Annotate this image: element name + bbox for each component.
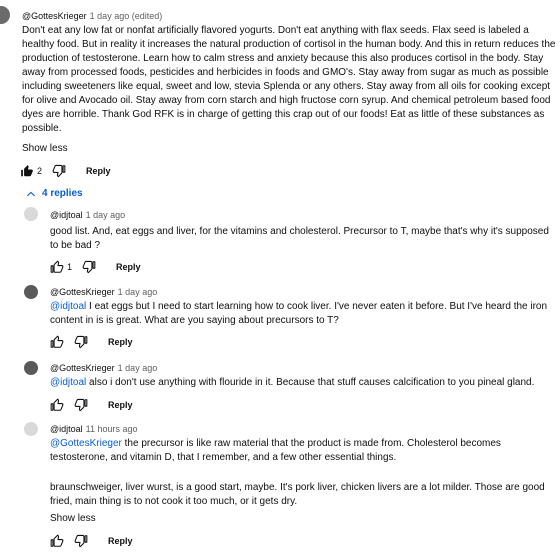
reply-header: @idjtoal 1 day ago (50, 209, 125, 221)
comment-text: Don't eat any low fat or nonfat artifici… (22, 25, 556, 134)
like-count: 2 (37, 166, 43, 176)
reply-button[interactable]: Reply (108, 337, 133, 347)
reply-text: @GottesKrieger the precursor is like raw… (50, 437, 555, 465)
mention-link[interactable]: @idjtoal (50, 301, 86, 312)
reply-button[interactable]: Reply (108, 536, 133, 546)
mention-link[interactable]: @GottesKrieger (50, 438, 122, 449)
replies-toggle[interactable]: 4 replies (26, 188, 83, 199)
thumbs-down-icon[interactable] (74, 335, 88, 349)
reply-text: @idjtoal also i don't use anything with … (50, 376, 555, 390)
show-less-link[interactable]: Show less (50, 512, 96, 526)
reply-text-paragraph-2: braunschweiger, liver wurst, is a good s… (50, 482, 545, 507)
avatar-gotteskrieger[interactable] (0, 6, 10, 24)
thumbs-down-icon[interactable] (82, 260, 96, 274)
avatar-idjtoal[interactable] (24, 422, 38, 436)
reply-actions: Reply (50, 533, 133, 549)
chevron-up-icon (26, 189, 36, 199)
reply-time[interactable]: 1 day ago (118, 363, 158, 373)
reply-author[interactable]: @idjtoal (50, 424, 83, 434)
thumbs-down-icon[interactable] (74, 398, 88, 412)
thumbs-down-icon[interactable] (52, 164, 66, 178)
thumbs-up-icon[interactable] (50, 398, 64, 412)
reply-time[interactable]: 1 day ago (86, 210, 126, 220)
avatar-gotteskrieger[interactable] (24, 285, 38, 299)
thumbs-down-icon[interactable] (74, 534, 88, 548)
reply-header: @idjtoal 11 hours ago (50, 423, 138, 435)
replies-count-label: 4 replies (42, 188, 83, 199)
like-count: 1 (67, 262, 73, 272)
reply-actions: 1 Reply (50, 259, 141, 275)
avatar-gotteskrieger[interactable] (24, 361, 38, 375)
reply-text-content: I eat eggs but I need to start learning … (50, 301, 548, 326)
reply-text: good list. And, eat eggs and liver, for … (50, 226, 549, 251)
thumbs-up-icon[interactable] (50, 534, 64, 548)
avatar-idjtoal[interactable] (24, 207, 38, 221)
mention-link[interactable]: @idjtoal (50, 377, 86, 388)
reply-actions: Reply (50, 397, 133, 413)
comment-header: @GottesKrieger 1 day ago (edited) (22, 10, 162, 22)
reply-author[interactable]: @GottesKrieger (50, 363, 115, 373)
show-less-link[interactable]: Show less (22, 142, 68, 156)
comment-author[interactable]: @GottesKrieger (22, 11, 87, 21)
reply-author[interactable]: @GottesKrieger (50, 287, 115, 297)
thumbs-up-icon[interactable] (50, 260, 64, 274)
reply-time[interactable]: 1 day ago (118, 287, 158, 297)
reply-header: @GottesKrieger 1 day ago (50, 362, 157, 374)
thumbs-up-filled-icon[interactable] (20, 164, 34, 178)
reply-actions: Reply (50, 334, 133, 350)
reply-button[interactable]: Reply (108, 400, 133, 410)
reply-header: @GottesKrieger 1 day ago (50, 286, 157, 298)
reply-author[interactable]: @idjtoal (50, 210, 83, 220)
thumbs-up-icon[interactable] (50, 335, 64, 349)
reply-button[interactable]: Reply (116, 262, 141, 272)
comment-time[interactable]: 1 day ago (edited) (90, 11, 163, 21)
reply-text-content: also i don't use anything with flouride … (86, 377, 535, 388)
reply-button[interactable]: Reply (86, 166, 111, 176)
reply-text: @idjtoal I eat eggs but I need to start … (50, 300, 555, 328)
reply-time[interactable]: 11 hours ago (86, 424, 138, 434)
comment-actions: 2 Reply (20, 163, 111, 179)
